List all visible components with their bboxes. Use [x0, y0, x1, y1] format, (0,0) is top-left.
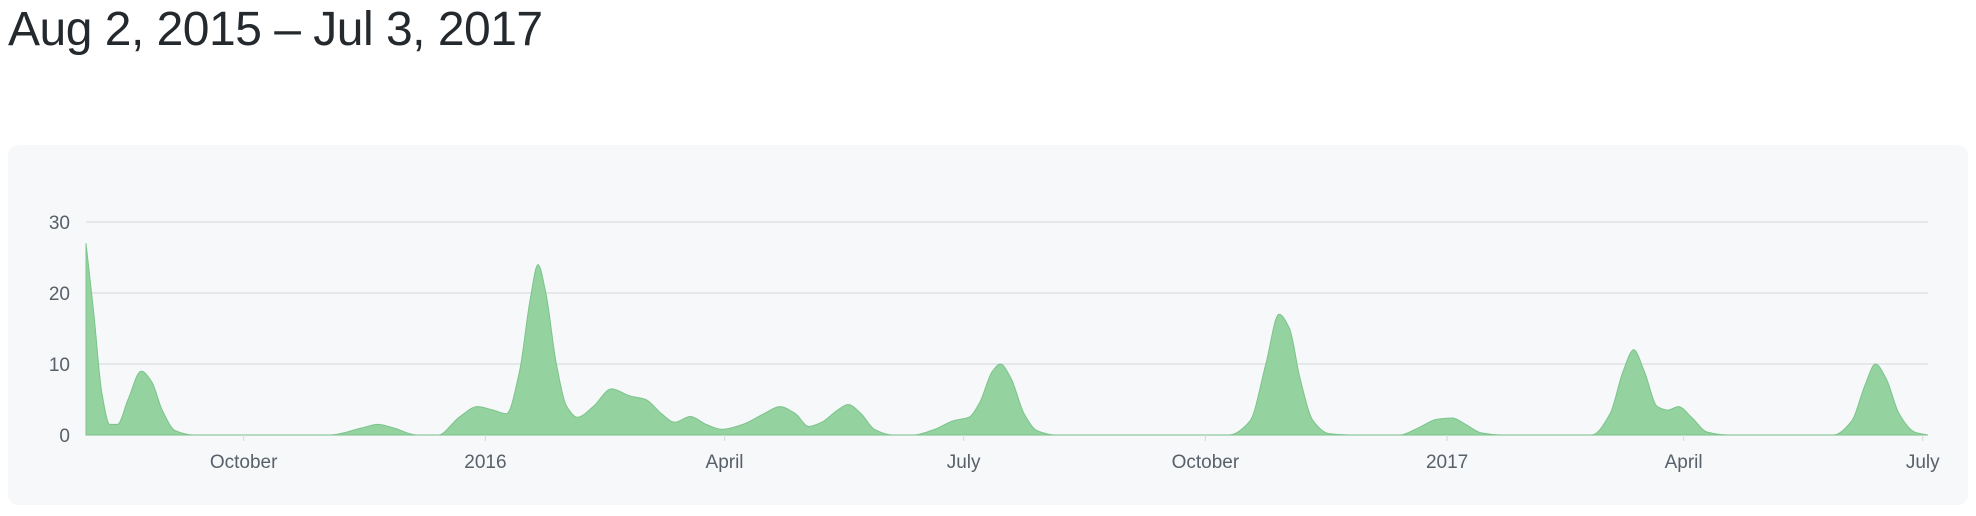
x-tick-label: April	[1665, 452, 1703, 473]
x-tick-label: April	[706, 452, 744, 473]
x-tick-label: October	[1172, 452, 1240, 473]
x-tick-label: July	[1906, 452, 1940, 473]
chart-panel: 0 10 20 30 October 2016 April July October 2017 A…	[8, 145, 1968, 505]
x-tick-label: 2016	[464, 452, 506, 473]
contributions-area-chart: 0 10 20 30 October 2016 April July October 2017 A…	[49, 213, 1940, 473]
y-tick-label: 20	[49, 284, 70, 305]
y-tick-label: 10	[49, 355, 70, 376]
date-range-title: Aug 2, 2015 – Jul 3, 2017	[8, 3, 543, 56]
x-tick-label: July	[947, 452, 981, 473]
y-tick-label: 0	[59, 426, 70, 447]
y-axis: 0 10 20 30	[49, 213, 70, 447]
x-tick-label: 2017	[1426, 452, 1468, 473]
x-axis: October 2016 April July October 2017 April July	[210, 435, 1940, 473]
contributions-area	[85, 243, 1929, 436]
y-tick-label: 30	[49, 213, 70, 234]
x-tick-label: October	[210, 452, 278, 473]
